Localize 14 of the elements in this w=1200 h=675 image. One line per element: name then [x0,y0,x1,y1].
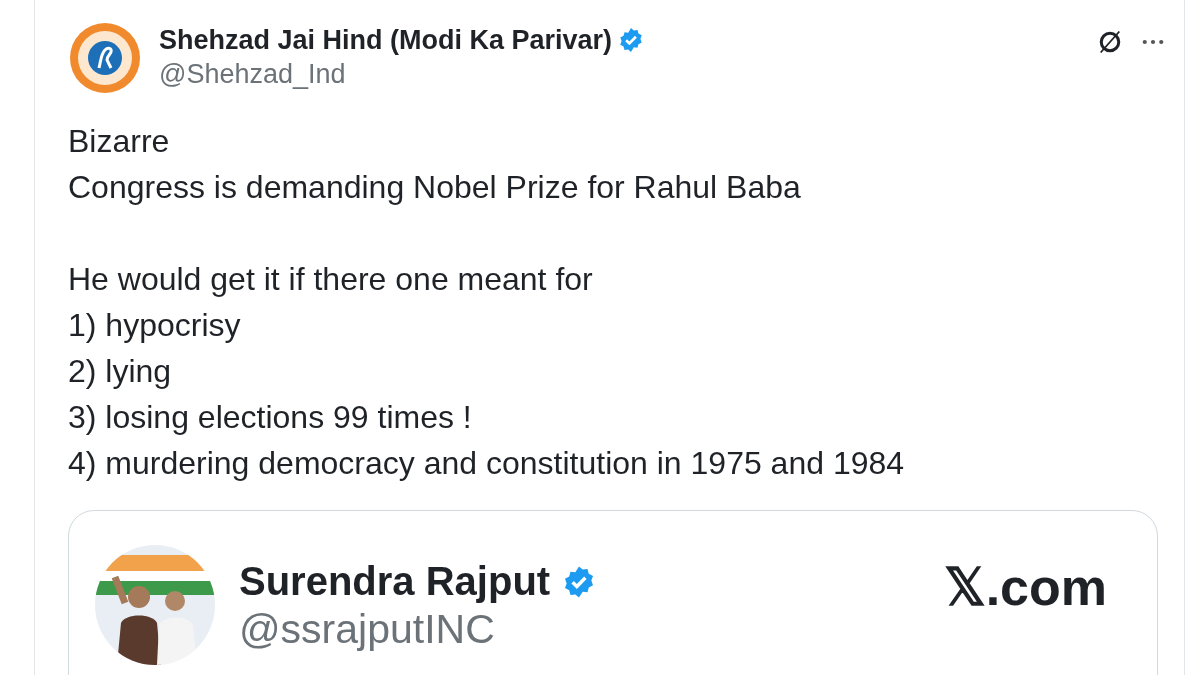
author-name[interactable]: Shehzad Jai Hind (Modi Ka Parivar) [159,24,613,56]
post-text-line: He would get it if there one meant for [68,260,594,299]
quoted-author-name[interactable]: Surendra Rajput [239,559,551,604]
post-text-line: Congress is demanding Nobel Prize for Rahul Baba [68,168,802,207]
source-domain: 𝕏.com [943,557,1107,617]
post-text-line: 2) lying [68,352,173,391]
post-text-line: 4) murdering democracy and constitution in 1975 and 1984 [68,444,906,483]
post-text-line: Bizarre [68,122,171,161]
post-text-line: 1) hypocrisy [68,306,242,345]
more-icon[interactable] [1142,39,1164,45]
quoted-author-handle[interactable]: @ssrajputINC [239,606,944,653]
author-handle[interactable]: @Shehzad_Ind [159,58,1096,90]
logo-avatar [69,22,141,94]
post-text-line: 3) losing elections 99 times ! [68,398,473,437]
